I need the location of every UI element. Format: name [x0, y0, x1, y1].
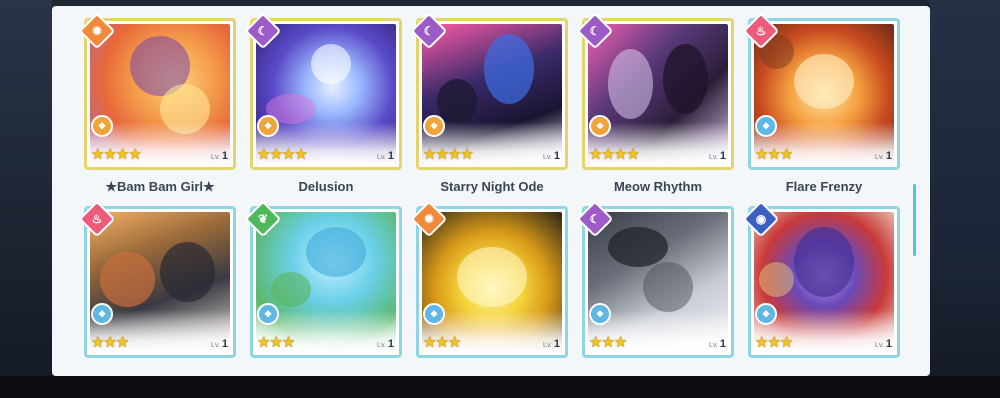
level-indicator: Lv. 1	[211, 338, 228, 350]
level-indicator: Lv. 1	[377, 150, 394, 162]
level-indicator: Lv. 1	[875, 150, 892, 162]
level-indicator: Lv. 1	[543, 338, 560, 350]
card[interactable]: ♨ ❖ ★★★ Lv. 1	[78, 200, 236, 358]
bottom-bar	[0, 376, 1000, 398]
card-art	[422, 24, 562, 164]
card-art	[588, 212, 728, 352]
level-indicator: Lv. 1	[543, 150, 560, 162]
rank-icon: ❖	[589, 303, 611, 325]
background-right	[930, 0, 1000, 376]
level-indicator: Lv. 1	[709, 150, 726, 162]
card-art	[90, 24, 230, 164]
rarity-stars: ★★★★	[423, 146, 474, 163]
card-name-meow-rhythm: Meow Rhythm	[613, 179, 703, 194]
rank-icon: ❖	[91, 303, 113, 325]
rank-icon: ❖	[423, 115, 445, 137]
level-indicator: Lv. 1	[377, 338, 394, 350]
rarity-stars: ★★★★	[257, 146, 308, 163]
rank-icon: ❖	[257, 303, 279, 325]
card[interactable]: ✹ ❖ ★★★ Lv. 1	[410, 200, 568, 358]
background-left	[0, 0, 52, 376]
card-name-bam-bam-girl: ★Bam Bam Girl★	[105, 179, 215, 194]
rank-icon: ❖	[91, 115, 113, 137]
rank-icon: ❖	[755, 303, 777, 325]
card-art	[588, 24, 728, 164]
rarity-stars: ★★★	[91, 334, 129, 351]
rank-icon: ❖	[423, 303, 445, 325]
card[interactable]: ❦ ❖ ★★★ Lv. 1	[244, 200, 402, 358]
rarity-stars: ★★★	[755, 334, 793, 351]
level-indicator: Lv. 1	[211, 150, 228, 162]
card-delusion[interactable]: ☾ ❖ ★★★★ Lv. 1	[244, 12, 402, 170]
rank-icon: ❖	[755, 115, 777, 137]
rarity-stars: ★★★	[257, 334, 295, 351]
card[interactable]: ◉ ❖ ★★★ Lv. 1	[742, 200, 900, 358]
rarity-stars: ★★★★	[91, 146, 142, 163]
card-name-flare-frenzy: Flare Frenzy	[785, 179, 863, 194]
card-art	[754, 24, 894, 164]
card-art	[256, 212, 396, 352]
card-name-starry-night-ode: Starry Night Ode	[440, 179, 544, 194]
rarity-stars: ★★★	[423, 334, 461, 351]
card-starry-night-ode[interactable]: ☾ ❖ ★★★★ Lv. 1	[410, 12, 568, 170]
rarity-stars: ★★★	[589, 334, 627, 351]
card-art	[256, 24, 396, 164]
card-bam-bam-girl[interactable]: ✹ ❖ ★★★★ Lv. 1	[78, 12, 236, 170]
rarity-stars: ★★★	[755, 146, 793, 163]
card-art	[422, 212, 562, 352]
level-indicator: Lv. 1	[709, 338, 726, 350]
card-meow-rhythm[interactable]: ☾ ❖ ★★★★ Lv. 1	[576, 12, 734, 170]
card-art	[90, 212, 230, 352]
rank-icon: ❖	[589, 115, 611, 137]
rarity-stars: ★★★★	[589, 146, 640, 163]
card-art	[754, 212, 894, 352]
card-flare-frenzy[interactable]: ♨ ❖ ★★★ Lv. 1	[742, 12, 900, 170]
scrollbar[interactable]	[913, 184, 916, 256]
card[interactable]: ☾ ❖ ★★★ Lv. 1	[576, 200, 734, 358]
level-indicator: Lv. 1	[875, 338, 892, 350]
card-name-delusion: Delusion	[298, 179, 354, 194]
rank-icon: ❖	[257, 115, 279, 137]
